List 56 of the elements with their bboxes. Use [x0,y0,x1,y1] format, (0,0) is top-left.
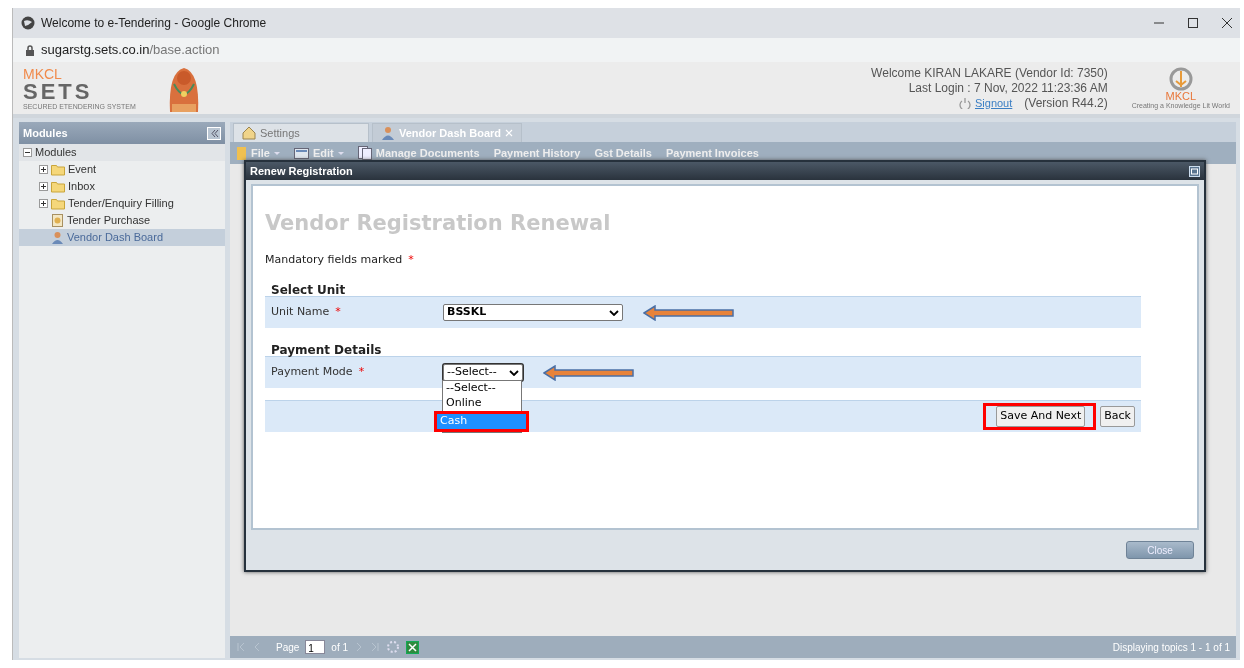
required-mark: * [335,304,341,321]
dropdown-option[interactable]: Online [443,396,521,411]
caret-icon [337,151,344,155]
document-icon [51,214,64,227]
required-mark: * [408,251,414,268]
tree-item[interactable]: Tender/Enquiry Filling [19,195,225,212]
window-title: Welcome to e-Tendering - Google Chrome [41,15,267,32]
signout-link[interactable]: Signout [959,95,1013,111]
page-label: Page [276,640,300,655]
spreadsheet-icon[interactable] [406,640,420,654]
tree-item[interactable]: Vendor Dash Board [19,229,225,246]
required-mark: * [358,364,365,381]
expand-icon[interactable] [39,165,48,174]
dialog-title: Renew Registration [250,163,353,179]
address-field[interactable]: sugarstg.sets.co.in/base.action [41,40,220,60]
user-icon [381,126,395,140]
expand-icon[interactable] [39,182,48,191]
folder-icon [51,197,65,210]
select-field[interactable]: BSSKL [443,304,623,321]
paging-status: Displaying topics 1 - 1 of 1 [1112,640,1230,655]
version-text: (Version R44.2) [1024,95,1108,111]
tree-item[interactable]: Event [19,161,225,178]
expand-icon[interactable] [39,199,48,208]
section-title: Select Unit [270,284,347,296]
lock-icon [25,44,35,56]
mandatory-note: Mandatory fields marked [265,251,403,268]
documents-icon [357,146,372,160]
welcome-text: Welcome KIRAN LAKARE (Vendor Id: 7350) [871,65,1108,81]
globe-icon [21,16,35,30]
field-label: Unit Name [271,304,330,321]
folder-icon [236,146,247,160]
power-icon [959,97,971,109]
chevron-icon [509,369,519,376]
sidebar-header: Modules [19,122,225,144]
tree-item[interactable]: Inbox [19,178,225,195]
dropdown-option[interactable]: --Select-- [443,381,521,396]
folder-icon [51,163,65,176]
tab[interactable]: Settings [233,123,369,142]
page-field[interactable]: 1 [305,640,326,654]
tree-item[interactable]: Modules [19,144,225,161]
chevron-icon [609,309,619,316]
last-login-text: Last Login : 7 Nov, 2022 11:23:36 AM [907,80,1108,96]
form-button[interactable]: Save And Next [996,406,1086,427]
maximize-icon[interactable] [1188,18,1198,28]
user-icon [51,231,64,244]
page-count: of 1 [331,640,349,655]
caret-icon [273,151,280,155]
form-button[interactable]: Back [1100,406,1135,427]
section-title: Payment Details [270,344,383,356]
close-icon[interactable] [1222,18,1232,28]
tree-item[interactable]: Tender Purchase [19,212,225,229]
folder-icon [51,180,65,193]
partner-logo-name: MKCL [1165,91,1197,102]
home-icon [242,126,256,140]
collapse-icon[interactable] [23,148,32,157]
field-label: Payment Mode [271,364,353,381]
